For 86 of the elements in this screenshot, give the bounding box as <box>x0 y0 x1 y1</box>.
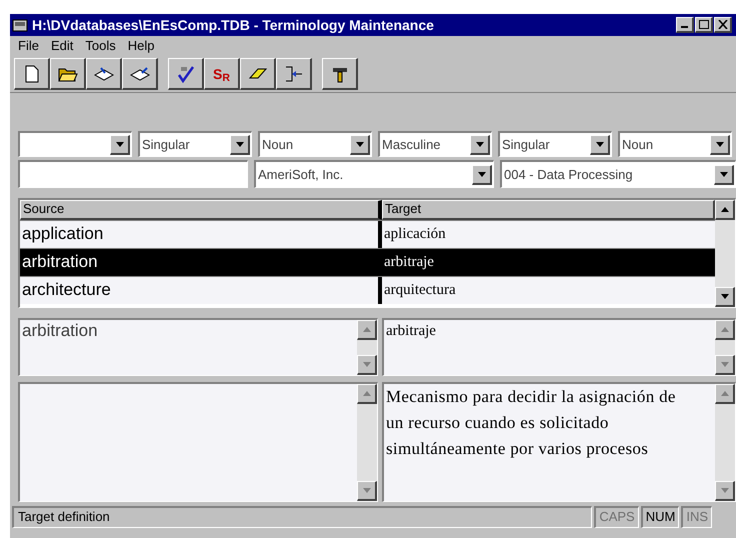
table-cell-text: arbitraje <box>383 253 435 272</box>
dropdown[interactable]: AmeriSoft, Inc. <box>254 160 494 188</box>
dropdown-button[interactable] <box>590 134 610 154</box>
search-replace-icon: S$_{R}$ <box>213 66 230 80</box>
dropdown-button[interactable] <box>710 134 730 154</box>
scroll-down-button[interactable] <box>357 355 377 375</box>
dropdown[interactable] <box>18 131 132 157</box>
status-indicator: CAPS <box>594 506 639 528</box>
menu-item[interactable]: Help <box>122 36 160 56</box>
scroll-up-button[interactable] <box>715 384 735 404</box>
table-cell-text: arquitectura <box>383 281 457 300</box>
caret-icon <box>720 172 728 176</box>
table-cell-text: aplicación <box>383 225 447 244</box>
open-folder-icon <box>58 66 78 82</box>
down-arrow-icon <box>362 488 370 493</box>
caret-icon <box>236 142 244 146</box>
table-row[interactable]: arbitration arbitraje <box>20 248 715 276</box>
dropdown-button[interactable] <box>472 164 492 184</box>
merge-arrow-icon <box>284 64 304 82</box>
caret-icon <box>596 142 604 146</box>
down-arrow-icon <box>720 488 728 493</box>
up-arrow-icon <box>720 391 728 396</box>
scrollbar[interactable] <box>715 200 735 307</box>
text-area[interactable]: arbitration <box>18 318 378 376</box>
maximize-icon <box>698 20 708 29</box>
down-arrow-icon <box>720 294 728 299</box>
up-arrow-icon <box>720 207 728 212</box>
toolbar-button[interactable] <box>322 58 358 90</box>
dropdown[interactable]: Singular <box>138 131 252 157</box>
scroll-up-button[interactable] <box>715 200 735 220</box>
table-cell: architecture <box>20 277 382 304</box>
menu-item[interactable]: Tools <box>79 36 122 56</box>
dropdown-button[interactable] <box>350 134 370 154</box>
eraser-icon <box>248 66 268 82</box>
dropdown-button[interactable] <box>110 134 130 154</box>
up-arrow-icon <box>362 327 370 332</box>
window-title: H:\DVdatabases\EnEsComp.TDB - Terminology Maintenance <box>32 16 435 35</box>
dropdown[interactable]: 004 - Data Processing <box>500 160 736 188</box>
caret-icon <box>116 142 124 146</box>
dropdown-button[interactable] <box>714 164 734 184</box>
scroll-down-button[interactable] <box>357 481 377 501</box>
scroll-up-button[interactable] <box>357 320 377 340</box>
caret-icon <box>478 172 486 176</box>
input-field[interactable] <box>18 160 248 188</box>
close-icon <box>718 20 728 29</box>
text-area[interactable] <box>18 382 378 502</box>
caret-icon <box>356 142 364 146</box>
minimize-button[interactable] <box>676 17 694 33</box>
dropdown-button[interactable] <box>230 134 250 154</box>
spell-check-icon <box>176 64 196 82</box>
status-indicator: INS <box>681 506 712 528</box>
dropdown[interactable]: Singular <box>498 131 612 157</box>
down-arrow-icon <box>362 362 370 367</box>
toolbar-button[interactable] <box>276 58 312 90</box>
dropdown-button[interactable] <box>470 134 490 154</box>
up-arrow-icon <box>362 391 370 396</box>
up-arrow-icon <box>720 327 728 332</box>
table-row[interactable]: architecture arquitectura <box>20 276 715 304</box>
close-button[interactable] <box>714 17 732 33</box>
scroll-up-button[interactable] <box>357 384 377 404</box>
menu-item[interactable]: File <box>12 36 45 56</box>
scroll-down-button[interactable] <box>715 481 735 501</box>
maximize-button[interactable] <box>695 17 713 33</box>
dropdown[interactable]: Masculine <box>378 131 492 157</box>
menu-item[interactable]: Edit <box>44 36 80 56</box>
toolbar-button[interactable] <box>168 58 204 90</box>
dropdown[interactable]: Noun <box>618 131 732 157</box>
status-indicator: NUM <box>640 506 680 528</box>
text-area[interactable]: Mecanismo para decidir la asignación de un recurso cuando es solicitado simultáneamente por varios procesos <box>382 382 736 502</box>
text-area[interactable]: arbitraje <box>382 318 736 376</box>
blank-page-icon <box>24 64 40 82</box>
toolbar-button[interactable] <box>122 58 158 90</box>
dropdown[interactable]: Noun <box>258 131 372 157</box>
down-arrow-icon <box>720 362 728 367</box>
toolbar-button[interactable] <box>240 58 276 90</box>
toolbar-button[interactable]: S$_{R}$ <box>204 58 240 90</box>
scroll-down-button[interactable] <box>715 355 735 375</box>
scroll-up-button[interactable] <box>715 320 735 340</box>
scroll-down-button[interactable] <box>715 287 735 307</box>
caret-icon <box>716 142 724 146</box>
toolbar-button[interactable] <box>14 58 50 90</box>
table-row[interactable]: application aplicación <box>20 220 715 248</box>
toolbar-button[interactable] <box>86 58 122 90</box>
toolbar-button[interactable] <box>50 58 86 90</box>
status-text: Target definition <box>12 506 592 528</box>
caret-icon <box>476 142 484 146</box>
